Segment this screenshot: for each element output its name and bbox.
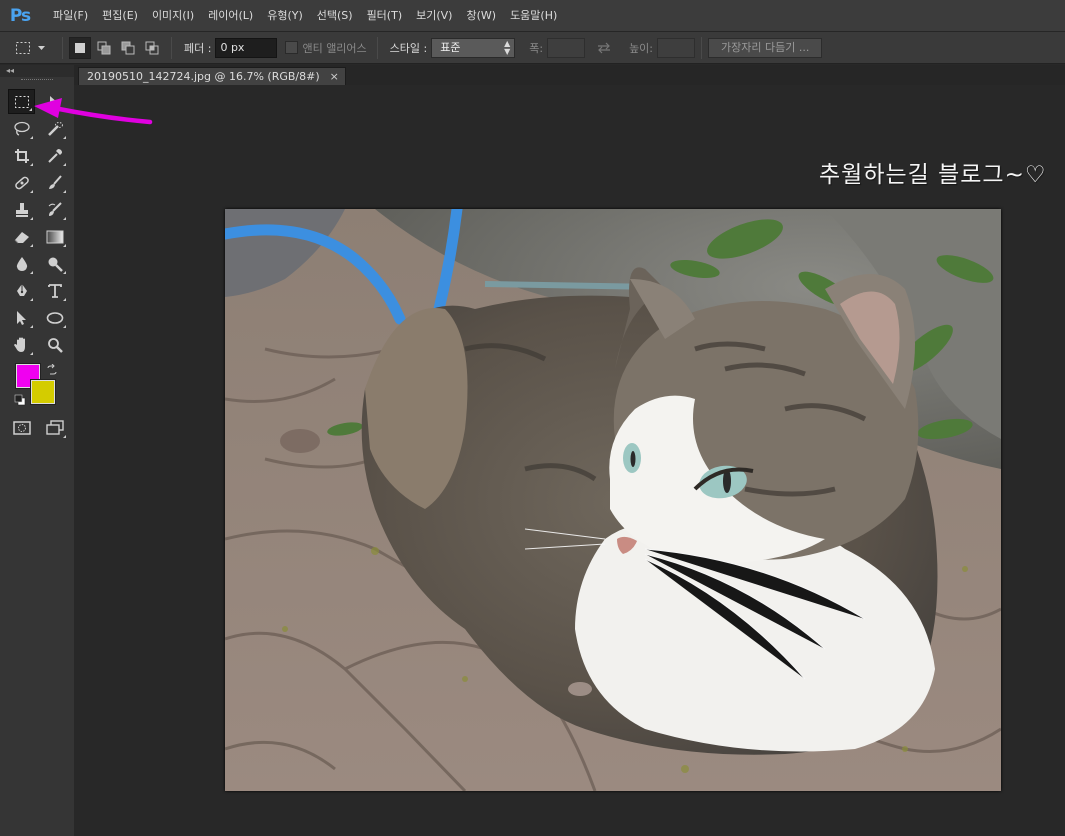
divider: [376, 36, 378, 59]
screen-mode-icon: [45, 419, 64, 435]
style-select-value: 표준: [440, 40, 461, 54]
menu-view[interactable]: 보기(V): [409, 0, 459, 32]
path-selection-icon: [16, 310, 26, 325]
watermark-text: 추월하는길 블로그~♡: [819, 162, 1047, 188]
brush-icon: [48, 174, 62, 189]
type-tool[interactable]: [41, 278, 68, 303]
pen-tool[interactable]: [8, 278, 35, 303]
eraser-icon: [14, 231, 29, 243]
eyedropper-icon: [47, 148, 62, 163]
collapse-icon[interactable]: ◂◂: [6, 65, 14, 77]
feather-input[interactable]: 0 px: [215, 37, 278, 58]
background-color-swatch[interactable]: [30, 379, 56, 405]
cat-photo-illustration: [225, 209, 1001, 791]
updown-arrows-icon: ▲ ▼: [504, 38, 511, 56]
width-input[interactable]: [547, 37, 586, 58]
type-icon: [47, 283, 62, 298]
dodge-tool[interactable]: [41, 251, 68, 276]
new-selection-button[interactable]: [69, 36, 91, 59]
menu-file[interactable]: 파일(F): [46, 0, 95, 32]
ellipse-icon: [46, 311, 63, 324]
quick-mask-icon: [12, 420, 31, 435]
height-label: 높이:: [629, 41, 654, 55]
menu-image[interactable]: 이미지(I): [145, 0, 201, 32]
quick-mask-button[interactable]: [8, 415, 35, 440]
menu-edit[interactable]: 편집(E): [95, 0, 145, 32]
style-select[interactable]: 표준 ▲ ▼: [431, 37, 516, 58]
gradient-tool[interactable]: [41, 224, 68, 249]
brush-tool[interactable]: [41, 170, 68, 195]
photoshop-window: Ps 파일(F) 편집(E) 이미지(I) 레이어(L) 유형(Y) 선택(S)…: [0, 0, 1065, 836]
hand-icon: [13, 337, 25, 352]
blur-tool[interactable]: [8, 251, 35, 276]
document-tab-title: 20190510_142724.jpg @ 16.7% (RGB/8#): [87, 70, 320, 83]
divider: [62, 36, 63, 59]
chevron-down-icon: [38, 41, 45, 54]
crop-tool[interactable]: [8, 143, 35, 168]
tools-panel-header[interactable]: ◂◂: [0, 65, 74, 77]
path-selection-tool[interactable]: [8, 305, 35, 330]
history-brush-tool[interactable]: [41, 197, 68, 222]
options-bar: 페더 : 0 px 앤티 앨리어스 스타일 : 표준 ▲ ▼ 폭: 높이: 가장자…: [0, 32, 1065, 64]
default-colors-icon[interactable]: [14, 394, 26, 406]
hand-tool[interactable]: [8, 332, 35, 357]
antialias-checkbox[interactable]: [285, 41, 299, 54]
menu-help[interactable]: 도움말(H): [503, 0, 564, 32]
rect-marquee-icon: [12, 37, 34, 59]
healing-brush-icon: [14, 176, 29, 189]
menu-layer[interactable]: 레이어(L): [201, 0, 260, 32]
style-label: 스타일 :: [389, 41, 428, 55]
eraser-tool[interactable]: [8, 224, 35, 249]
healing-brush-tool[interactable]: [8, 170, 35, 195]
zoom-icon: [47, 337, 63, 353]
clone-stamp-tool[interactable]: [8, 197, 35, 222]
canvas-area[interactable]: 추월하는길 블로그~♡: [74, 85, 1065, 836]
panel-grip[interactable]: [21, 79, 53, 82]
tool-preset-picker[interactable]: [12, 36, 56, 60]
menu-filter[interactable]: 필터(T): [360, 0, 410, 32]
divider: [171, 36, 172, 59]
gradient-icon: [46, 230, 63, 243]
document-tab[interactable]: 20190510_142724.jpg @ 16.7% (RGB/8#) ×: [78, 67, 346, 85]
menu-window[interactable]: 창(W): [459, 0, 503, 32]
close-icon[interactable]: ×: [330, 70, 339, 83]
menu-list: 파일(F) 편집(E) 이미지(I) 레이어(L) 유형(Y) 선택(S) 필터…: [40, 0, 564, 32]
annotation-arrow-icon: [34, 98, 153, 125]
tools-panel: ◂◂: [0, 65, 74, 836]
swap-colors-icon[interactable]: [46, 364, 58, 376]
document-tab-bar: 20190510_142724.jpg @ 16.7% (RGB/8#) ×: [74, 65, 1065, 85]
ps-logo: Ps: [9, 5, 31, 26]
menu-bar: Ps 파일(F) 편집(E) 이미지(I) 레이어(L) 유형(Y) 선택(S)…: [0, 0, 1065, 32]
clone-stamp-icon: [15, 202, 28, 217]
dodge-icon: [48, 257, 63, 272]
divider: [701, 36, 703, 59]
menu-select[interactable]: 선택(S): [310, 0, 360, 32]
swap-dimensions-icon[interactable]: [593, 37, 615, 59]
ellipse-tool[interactable]: [41, 305, 68, 330]
screen-mode-button[interactable]: [41, 415, 68, 440]
blur-icon: [16, 256, 27, 271]
intersect-selection-button[interactable]: [141, 37, 163, 59]
height-input[interactable]: [657, 37, 696, 58]
crop-icon: [14, 148, 29, 163]
history-brush-icon: [48, 201, 62, 216]
feather-label: 페더 :: [184, 41, 212, 55]
pen-icon: [16, 283, 27, 296]
refine-edge-button[interactable]: 가장자리 다듬기 ...: [708, 37, 823, 58]
width-label: 폭:: [529, 41, 544, 55]
eyedropper-tool[interactable]: [41, 143, 68, 168]
cat-photo[interactable]: [225, 209, 1001, 791]
zoom-tool[interactable]: [41, 332, 68, 357]
menu-type[interactable]: 유형(Y): [260, 0, 310, 32]
color-swatches: [0, 363, 74, 414]
add-to-selection-button[interactable]: [93, 37, 115, 59]
antialias-label: 앤티 앨리어스: [302, 41, 367, 55]
subtract-from-selection-button[interactable]: [117, 37, 139, 59]
